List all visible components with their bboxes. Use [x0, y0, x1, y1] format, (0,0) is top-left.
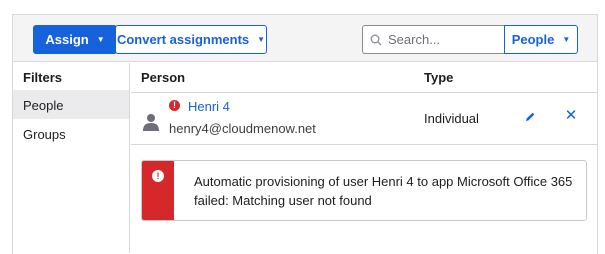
person-name-link[interactable]: Henri 4: [188, 99, 230, 114]
assignments-panel: Assign ▼ Convert assignments ▼ People ▼ …: [12, 14, 598, 254]
caret-down-icon: ▼: [257, 34, 266, 44]
close-icon[interactable]: ✕: [564, 108, 578, 123]
caret-down-icon: ▼: [96, 34, 105, 44]
error-alert: ! Automatic provisioning of user Henri 4…: [141, 160, 587, 221]
filters-heading: Filters: [23, 70, 63, 85]
pencil-icon[interactable]: [523, 110, 537, 124]
filter-item-people[interactable]: People: [13, 90, 129, 119]
convert-assignments-label: Convert assignments: [116, 32, 250, 47]
filter-item-groups[interactable]: Groups: [13, 119, 129, 148]
search-input[interactable]: [388, 32, 492, 47]
column-header-person: Person: [141, 70, 186, 85]
filter-item-label: Groups: [23, 127, 66, 142]
caret-down-icon: ▼: [562, 34, 571, 44]
table-header: Person Type: [131, 63, 597, 93]
error-icon: !: [169, 100, 180, 111]
error-message: Automatic provisioning of user Henri 4 t…: [194, 174, 573, 208]
error-icon: !: [152, 170, 164, 182]
assignments-table: Person Type ! Henri 4 henry4@cloudmenow.…: [131, 63, 597, 253]
toolbar: Assign ▼ Convert assignments ▼ People ▼: [13, 15, 597, 62]
person-email: henry4@cloudmenow.net: [169, 121, 316, 136]
search-icon: [370, 34, 382, 45]
column-header-type: Type: [424, 70, 454, 85]
assign-button[interactable]: Assign ▼: [33, 25, 117, 54]
people-filter-label: People: [511, 32, 555, 47]
error-alert-strip: !: [142, 161, 174, 220]
person-type: Individual: [424, 111, 479, 126]
convert-assignments-button[interactable]: Convert assignments ▼: [115, 25, 267, 54]
filters-sidebar: Filters People Groups: [13, 63, 130, 253]
person-icon: [143, 114, 159, 131]
filter-item-label: People: [23, 98, 64, 113]
assign-label: Assign: [45, 32, 89, 47]
people-filter-select[interactable]: People ▼: [504, 25, 578, 54]
table-row: ! Henri 4 henry4@cloudmenow.net Individu…: [131, 93, 597, 145]
search-box: [362, 25, 505, 54]
